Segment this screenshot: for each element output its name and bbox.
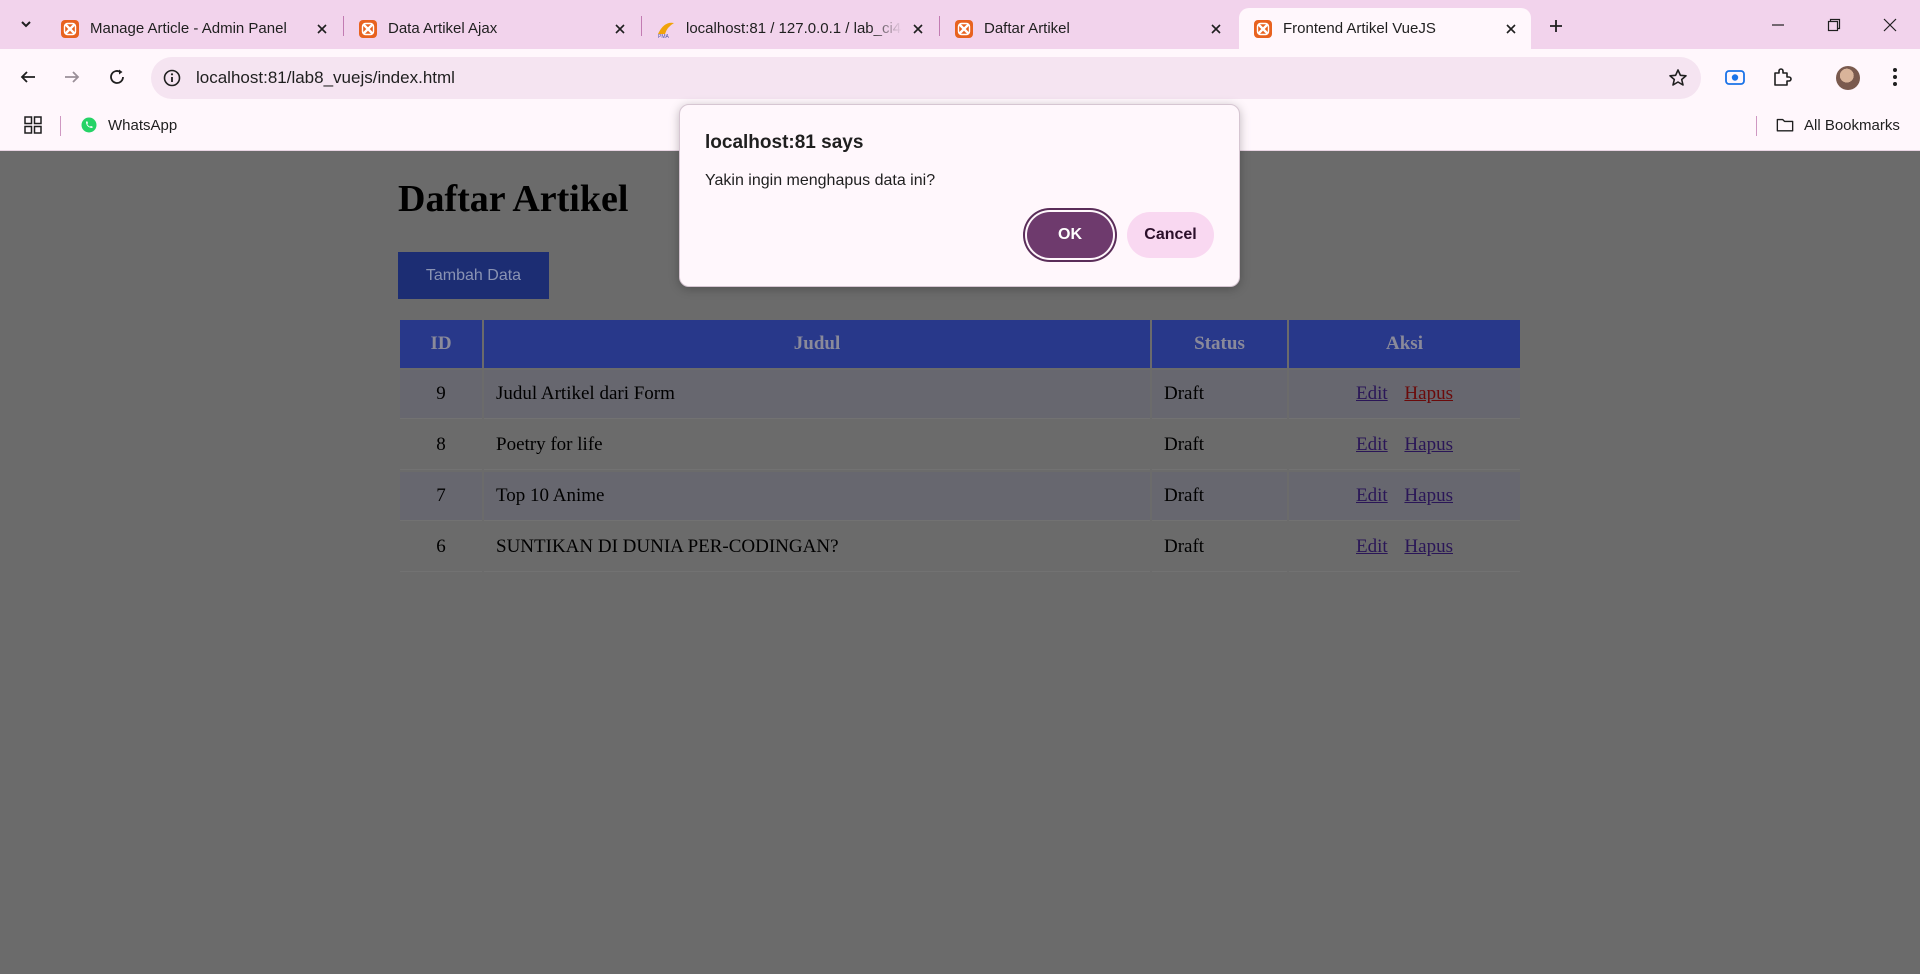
cell-aksi: Edit Hapus — [1289, 370, 1520, 419]
arrow-right-icon — [65, 71, 80, 83]
back-button[interactable] — [10, 59, 46, 95]
ok-button[interactable]: OK — [1027, 212, 1113, 258]
tab-frontend-artikel-vuejs[interactable]: Frontend Artikel VueJS — [1239, 8, 1531, 49]
hapus-link[interactable]: Hapus — [1404, 536, 1453, 557]
tab-title: Daftar Artikel — [984, 20, 1070, 37]
close-icon — [1883, 18, 1897, 31]
tab-title: Frontend Artikel VueJS — [1283, 20, 1436, 37]
cell-status: Draft — [1152, 370, 1287, 419]
xampp-icon — [1254, 19, 1272, 38]
reload-button[interactable] — [99, 59, 135, 95]
cell-judul: Top 10 Anime — [484, 472, 1150, 521]
tab-search-button[interactable] — [10, 8, 42, 40]
tab-manage-article[interactable]: Manage Article - Admin Panel — [46, 8, 342, 49]
cell-id: 7 — [400, 472, 482, 521]
bookmark-separator — [1756, 116, 1757, 136]
minimize-button[interactable] — [1750, 0, 1806, 49]
cell-status: Draft — [1152, 421, 1287, 470]
plus-icon — [1550, 20, 1562, 32]
minimize-icon — [1772, 23, 1784, 26]
bookmark-separator — [60, 116, 61, 136]
folder-icon — [1776, 116, 1794, 134]
table-header-row: ID Judul Status Aksi — [400, 320, 1520, 368]
tab-title: Data Artikel Ajax — [388, 20, 498, 37]
star-icon[interactable] — [1667, 67, 1689, 89]
bookmark-whatsapp[interactable]: WhatsApp — [80, 114, 177, 136]
cell-id: 9 — [400, 370, 482, 419]
close-icon[interactable] — [1208, 21, 1224, 37]
tambah-data-button[interactable]: Tambah Data — [398, 252, 549, 299]
cancel-button[interactable]: Cancel — [1127, 212, 1214, 258]
hapus-link[interactable]: Hapus — [1404, 485, 1453, 506]
profile-avatar[interactable] — [1836, 66, 1860, 90]
articles-table: ID Judul Status Aksi 9 Judul Artikel dar… — [398, 318, 1522, 574]
page-title: Daftar Artikel — [398, 178, 629, 220]
bookmark-label: WhatsApp — [108, 116, 178, 134]
dialog-message: Yakin ingin menghapus data ini? — [705, 172, 936, 189]
cell-status: Draft — [1152, 472, 1287, 521]
table-row: 9 Judul Artikel dari Form Draft Edit Hap… — [400, 370, 1520, 419]
tab-title: localhost:81 / 127.0.0.1 / lab_ci4 — [686, 20, 902, 37]
cell-judul: Poetry for life — [484, 421, 1150, 470]
tab-phpmyadmin[interactable]: PMA localhost:81 / 127.0.0.1 / lab_ci4 — [642, 8, 938, 49]
column-header-aksi: Aksi — [1289, 320, 1520, 368]
chevron-down-icon — [21, 21, 31, 28]
close-icon[interactable] — [314, 21, 330, 37]
close-icon[interactable] — [910, 21, 926, 37]
apps-grid-icon[interactable] — [22, 114, 44, 136]
new-tab-button[interactable] — [1540, 10, 1572, 42]
column-header-id: ID — [400, 320, 482, 368]
close-icon[interactable] — [612, 21, 628, 37]
edit-link[interactable]: Edit — [1356, 434, 1388, 455]
all-bookmarks-button[interactable]: All Bookmarks — [1776, 114, 1900, 136]
edit-link[interactable]: Edit — [1356, 383, 1388, 404]
tab-strip: Manage Article - Admin Panel Data Artike… — [0, 0, 1920, 49]
table-row: 8 Poetry for life Draft Edit Hapus — [400, 421, 1520, 470]
xampp-icon — [955, 19, 973, 38]
confirm-dialog: localhost:81 says Yakin ingin menghapus … — [679, 104, 1240, 287]
browser-toolbar: localhost:81/lab8_vuejs/index.html — [0, 49, 1920, 108]
cell-aksi: Edit Hapus — [1289, 421, 1520, 470]
edit-link[interactable]: Edit — [1356, 536, 1388, 557]
xampp-icon — [61, 19, 79, 38]
close-icon[interactable] — [1503, 21, 1519, 37]
hapus-link[interactable]: Hapus — [1404, 434, 1453, 455]
tab-daftar-artikel[interactable]: Daftar Artikel — [940, 8, 1236, 49]
edit-link[interactable]: Edit — [1356, 485, 1388, 506]
column-header-judul: Judul — [484, 320, 1150, 368]
cell-judul: SUNTIKAN DI DUNIA PER-CODINGAN? — [484, 523, 1150, 572]
svg-text:PMA: PMA — [658, 34, 670, 39]
cell-status: Draft — [1152, 523, 1287, 572]
whatsapp-icon — [80, 116, 98, 134]
all-bookmarks-label: All Bookmarks — [1804, 116, 1900, 134]
menu-icon[interactable] — [1880, 62, 1910, 92]
address-url: localhost:81/lab8_vuejs/index.html — [196, 68, 455, 87]
hapus-link[interactable]: Hapus — [1404, 383, 1453, 404]
restore-icon — [1827, 18, 1841, 31]
cell-id: 8 — [400, 421, 482, 470]
table-row: 7 Top 10 Anime Draft Edit Hapus — [400, 472, 1520, 521]
restore-button[interactable] — [1806, 0, 1862, 49]
cell-id: 6 — [400, 523, 482, 572]
screenshot-extension-icon[interactable] — [1720, 62, 1750, 92]
arrow-left-icon — [20, 71, 35, 83]
extensions-icon[interactable] — [1767, 62, 1797, 92]
tab-data-artikel-ajax[interactable]: Data Artikel Ajax — [344, 8, 640, 49]
address-bar[interactable]: localhost:81/lab8_vuejs/index.html — [151, 57, 1701, 99]
close-window-button[interactable] — [1862, 0, 1918, 49]
cell-aksi: Edit Hapus — [1289, 472, 1520, 521]
cell-aksi: Edit Hapus — [1289, 523, 1520, 572]
column-header-status: Status — [1152, 320, 1287, 368]
site-info-icon[interactable] — [161, 67, 183, 89]
dialog-title: localhost:81 says — [705, 132, 864, 153]
tab-title: Manage Article - Admin Panel — [90, 20, 287, 37]
table-row: 6 SUNTIKAN DI DUNIA PER-CODINGAN? Draft … — [400, 523, 1520, 572]
forward-button[interactable] — [54, 59, 90, 95]
phpmyadmin-icon: PMA — [658, 22, 674, 39]
xampp-icon — [359, 19, 377, 38]
reload-icon — [110, 69, 124, 84]
cell-judul: Judul Artikel dari Form — [484, 370, 1150, 419]
